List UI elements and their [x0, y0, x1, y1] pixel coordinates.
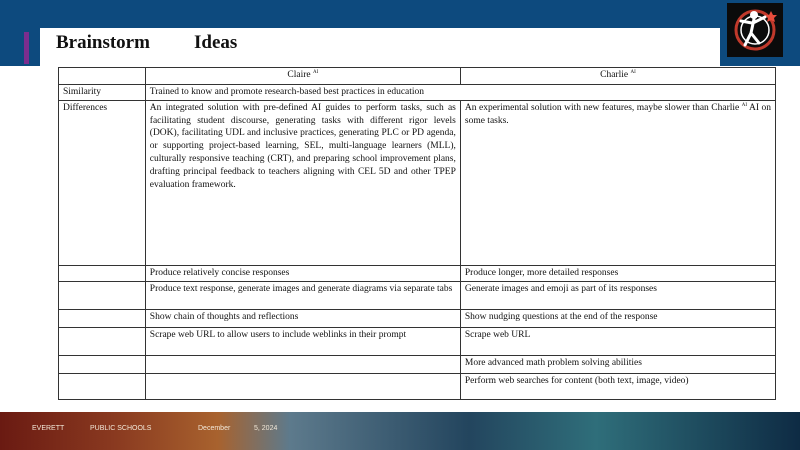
footer-month: December [198, 425, 231, 432]
charlie-cell: Perform web searches for content (both t… [459, 372, 777, 400]
footer-school: PUBLIC SCHOOLS [90, 425, 152, 432]
school-logo-icon [727, 3, 783, 57]
row-label: Differences [58, 99, 146, 266]
title-accent-bar [24, 32, 29, 64]
charlie-cell-text: An experimental solution with new featur… [464, 102, 771, 126]
charlie-cell: More advanced math problem solving abili… [459, 354, 777, 374]
ai-superscript: AI [741, 102, 748, 108]
charlie-cell: Produce longer, more detailed responses [459, 264, 777, 282]
similarity-cell: Trained to know and promote research-bas… [144, 84, 777, 101]
table-row: More advanced math problem solving abili… [58, 354, 777, 374]
table-row: Differences An integrated solution with … [58, 99, 777, 266]
claire-cell: Produce relatively concise responses [144, 264, 461, 282]
comparison-table: Claire AI Charlie AI Similarity Trained … [58, 67, 777, 400]
row-label [58, 264, 146, 282]
row-label [58, 354, 146, 374]
page-title: Brainstorm [56, 32, 150, 53]
charlie-cell: An experimental solution with new featur… [459, 99, 777, 266]
row-label [58, 280, 146, 310]
claire-cell [144, 354, 461, 374]
claire-cell: Show chain of thoughts and reflections [144, 308, 461, 328]
claire-cell: Produce text response, generate images a… [144, 280, 461, 310]
page-title-second: Ideas [194, 32, 238, 53]
table-row: Scrape web URL to allow users to include… [58, 326, 777, 356]
claire-cell [144, 372, 461, 400]
charlie-cell: Scrape web URL [459, 326, 777, 356]
footer-band-right [290, 412, 800, 450]
claire-cell: An integrated solution with pre-defined … [144, 99, 461, 266]
row-label [58, 372, 146, 400]
header-empty-cell [58, 67, 146, 85]
footer-date: 5, 2024 [254, 425, 278, 432]
table-row: Show chain of thoughts and reflections S… [58, 308, 777, 328]
row-label [58, 308, 146, 328]
table-header-row: Claire AI Charlie AI [58, 67, 777, 85]
header-charlie: Charlie AI [459, 67, 777, 85]
claire-cell: Scrape web URL to allow users to include… [144, 326, 461, 356]
row-label: Similarity [58, 84, 146, 101]
row-label [58, 326, 146, 356]
charlie-cell: Show nudging questions at the end of the… [459, 308, 777, 328]
footer-banner: EVERETT PUBLIC SCHOOLS December 5, 2024 [0, 412, 800, 450]
header-claire: Claire AI [144, 67, 461, 85]
table-row: Produce text response, generate images a… [58, 280, 777, 310]
charlie-cell: Generate images and emoji as part of its… [459, 280, 777, 310]
table-row: Similarity Trained to know and promote r… [58, 84, 777, 101]
header-bar: Brainstorm Ideas [0, 0, 800, 66]
table-row: Produce relatively concise responses Pro… [58, 264, 777, 282]
footer-district: EVERETT [32, 425, 65, 432]
table-row: Perform web searches for content (both t… [58, 372, 777, 400]
